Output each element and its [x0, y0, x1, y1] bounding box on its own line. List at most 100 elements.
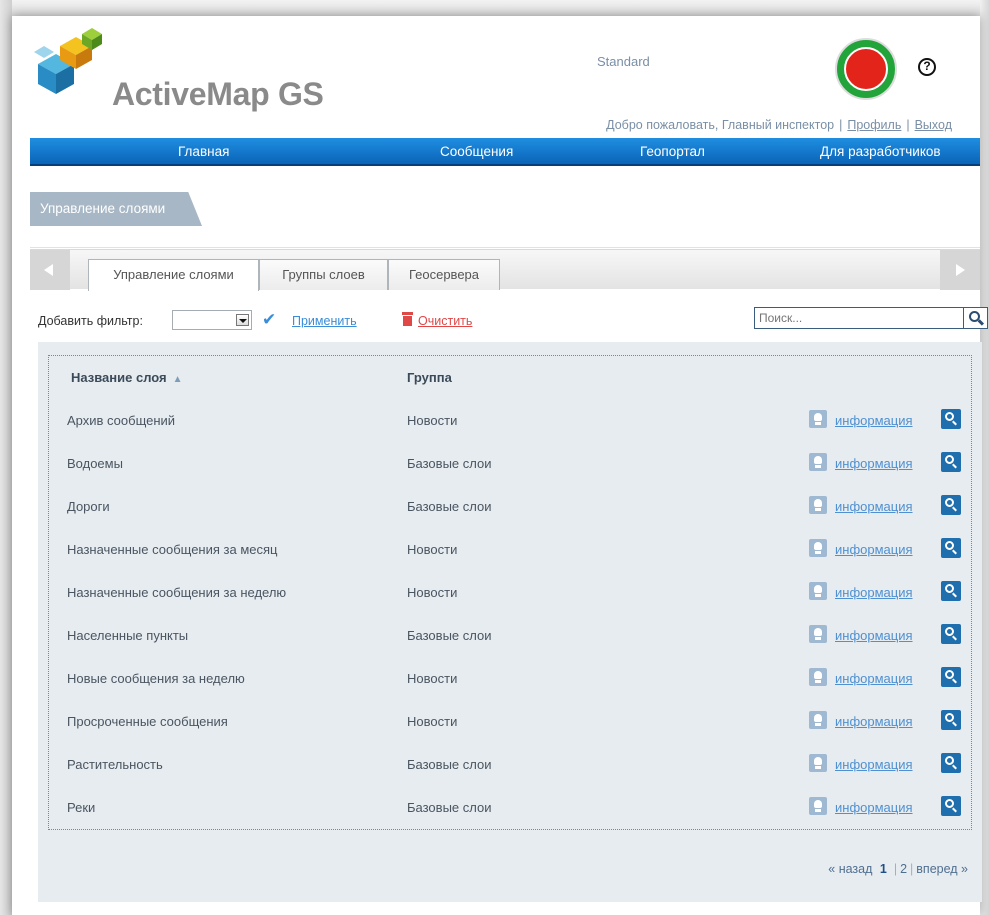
info-icon[interactable] — [809, 410, 827, 428]
apply-filter-link[interactable]: Применить — [292, 314, 357, 328]
tab-scroll-right-button[interactable] — [940, 250, 980, 290]
zoom-to-layer-button[interactable] — [941, 753, 961, 773]
tab-strip: Управление слоями Группы слоев Геосервер… — [30, 249, 980, 291]
nav-item-messages[interactable]: Сообщения — [440, 144, 513, 159]
column-header-name[interactable]: Название слоя ▲ — [71, 370, 183, 385]
filter-select[interactable] — [172, 310, 252, 330]
trash-lid — [402, 312, 413, 315]
table-row[interactable]: Реки Базовые слои информация — [49, 787, 971, 830]
info-icon[interactable] — [809, 625, 827, 643]
table-row[interactable]: Новые сообщения за неделю Новости информац… — [49, 658, 971, 701]
separator: | — [839, 118, 843, 132]
info-link[interactable]: информация — [835, 542, 913, 557]
arrow-right-icon — [956, 264, 965, 276]
trash-icon[interactable] — [402, 312, 413, 326]
table-row[interactable]: Архив сообщений Новости информация — [49, 400, 971, 443]
search-icon-handle — [952, 807, 957, 813]
layer-name-cell: Населенные пункты — [67, 628, 189, 643]
page: ActiveMap GS Standard ? Добро пожаловать… — [12, 16, 988, 915]
layer-name-cell: Дороги — [67, 499, 110, 514]
activemap-logo[interactable]: ActiveMap GS — [30, 24, 330, 112]
zoom-to-layer-button[interactable] — [941, 710, 961, 730]
zoom-to-layer-button[interactable] — [941, 538, 961, 558]
table-row[interactable]: Растительность Базовые слои информация — [49, 744, 971, 787]
layer-group-cell: Новости — [407, 413, 458, 428]
search-icon-handle — [952, 764, 957, 770]
info-link[interactable]: информация — [835, 757, 913, 772]
pager-page-current[interactable]: 1 — [880, 862, 887, 876]
info-link[interactable]: информация — [835, 456, 913, 471]
table-row[interactable]: Просроченные сообщения Новости информация — [49, 701, 971, 744]
info-icon[interactable] — [809, 453, 827, 471]
search-button[interactable] — [964, 307, 988, 329]
pager-next[interactable]: вперед » — [916, 862, 968, 876]
emblem-inner — [844, 47, 888, 91]
column-header-group[interactable]: Группа — [407, 370, 452, 385]
welcome-text: Добро пожаловать, Главный инспектор — [606, 118, 835, 132]
info-link[interactable]: информация — [835, 413, 913, 428]
zoom-to-layer-button[interactable] — [941, 796, 961, 816]
layer-name-cell: Водоемы — [67, 456, 123, 471]
table-row[interactable]: Населенные пункты Базовые слои информация — [49, 615, 971, 658]
table-row[interactable]: Назначенные сообщения за месяц Новости инф… — [49, 529, 971, 572]
search-icon-handle — [952, 592, 957, 598]
zoom-to-layer-button[interactable] — [941, 409, 961, 429]
search-icon-handle — [952, 549, 957, 555]
layer-name-cell: Новые сообщения за неделю — [67, 671, 245, 686]
info-link[interactable]: информация — [835, 499, 913, 514]
zoom-to-layer-button[interactable] — [941, 581, 961, 601]
layer-name-cell: Архив сообщений — [67, 413, 176, 428]
layer-group-cell: Базовые слои — [407, 757, 492, 772]
clear-filter-link[interactable]: Очистить — [418, 314, 472, 328]
table-row[interactable]: Водоемы Базовые слои информация — [49, 443, 971, 486]
zoom-to-layer-button[interactable] — [941, 452, 961, 472]
info-icon[interactable] — [809, 582, 827, 600]
info-link[interactable]: информация — [835, 585, 913, 600]
nav-item-developers[interactable]: Для разработчиков — [820, 144, 941, 159]
table-row[interactable]: Назначенные сообщения за неделю Новости ин… — [49, 572, 971, 615]
zoom-to-layer-button[interactable] — [941, 667, 961, 687]
search-input[interactable] — [754, 307, 964, 329]
info-icon[interactable] — [809, 668, 827, 686]
pager-prev[interactable]: « назад — [828, 862, 872, 876]
info-link[interactable]: информация — [835, 671, 913, 686]
help-icon[interactable]: ? — [918, 58, 936, 76]
layer-group-cell: Новости — [407, 585, 458, 600]
layer-name-cell: Реки — [67, 800, 96, 815]
pager-separator: | — [893, 862, 898, 876]
info-link[interactable]: информация — [835, 800, 913, 815]
info-icon[interactable] — [809, 711, 827, 729]
nav-item-home[interactable]: Главная — [178, 144, 229, 159]
layer-group-cell: Базовые слои — [407, 800, 492, 815]
pager-page[interactable]: 2 — [900, 862, 907, 876]
window-frame-left — [0, 0, 12, 915]
layer-group-cell: Новости — [407, 714, 458, 729]
tab-layer-groups[interactable]: Группы слоев — [259, 259, 388, 290]
nav-item-geoportal[interactable]: Геопортал — [640, 144, 705, 159]
arrow-left-icon — [44, 264, 53, 276]
tab-geoservers[interactable]: Геосервера — [388, 259, 500, 290]
info-icon[interactable] — [809, 539, 827, 557]
checkmark-icon[interactable]: ✔ — [262, 311, 276, 328]
zoom-to-layer-button[interactable] — [941, 495, 961, 515]
table-row[interactable]: Дороги Базовые слои информация — [49, 486, 971, 529]
search-icon-handle — [952, 506, 957, 512]
zoom-to-layer-button[interactable] — [941, 624, 961, 644]
profile-link[interactable]: Профиль — [847, 118, 901, 132]
trash-body — [403, 316, 412, 326]
main-nav: Главная Сообщения Геопортал Для разработ… — [30, 138, 980, 166]
tab-layer-management[interactable]: Управление слоями — [88, 259, 259, 291]
logout-link[interactable]: Выход — [915, 118, 952, 132]
info-icon[interactable] — [809, 754, 827, 772]
info-link[interactable]: информация — [835, 714, 913, 729]
info-icon[interactable] — [809, 496, 827, 514]
grid-header: Название слоя ▲ Группа — [49, 356, 971, 396]
info-link[interactable]: информация — [835, 628, 913, 643]
layer-name-cell: Назначенные сообщения за месяц — [67, 542, 278, 557]
info-icon[interactable] — [809, 797, 827, 815]
separator: | — [906, 118, 910, 132]
search-icon-handle — [952, 678, 957, 684]
search-icon-handle — [952, 721, 957, 727]
tab-scroll-left-button[interactable] — [30, 250, 70, 290]
layer-group-cell: Базовые слои — [407, 628, 492, 643]
